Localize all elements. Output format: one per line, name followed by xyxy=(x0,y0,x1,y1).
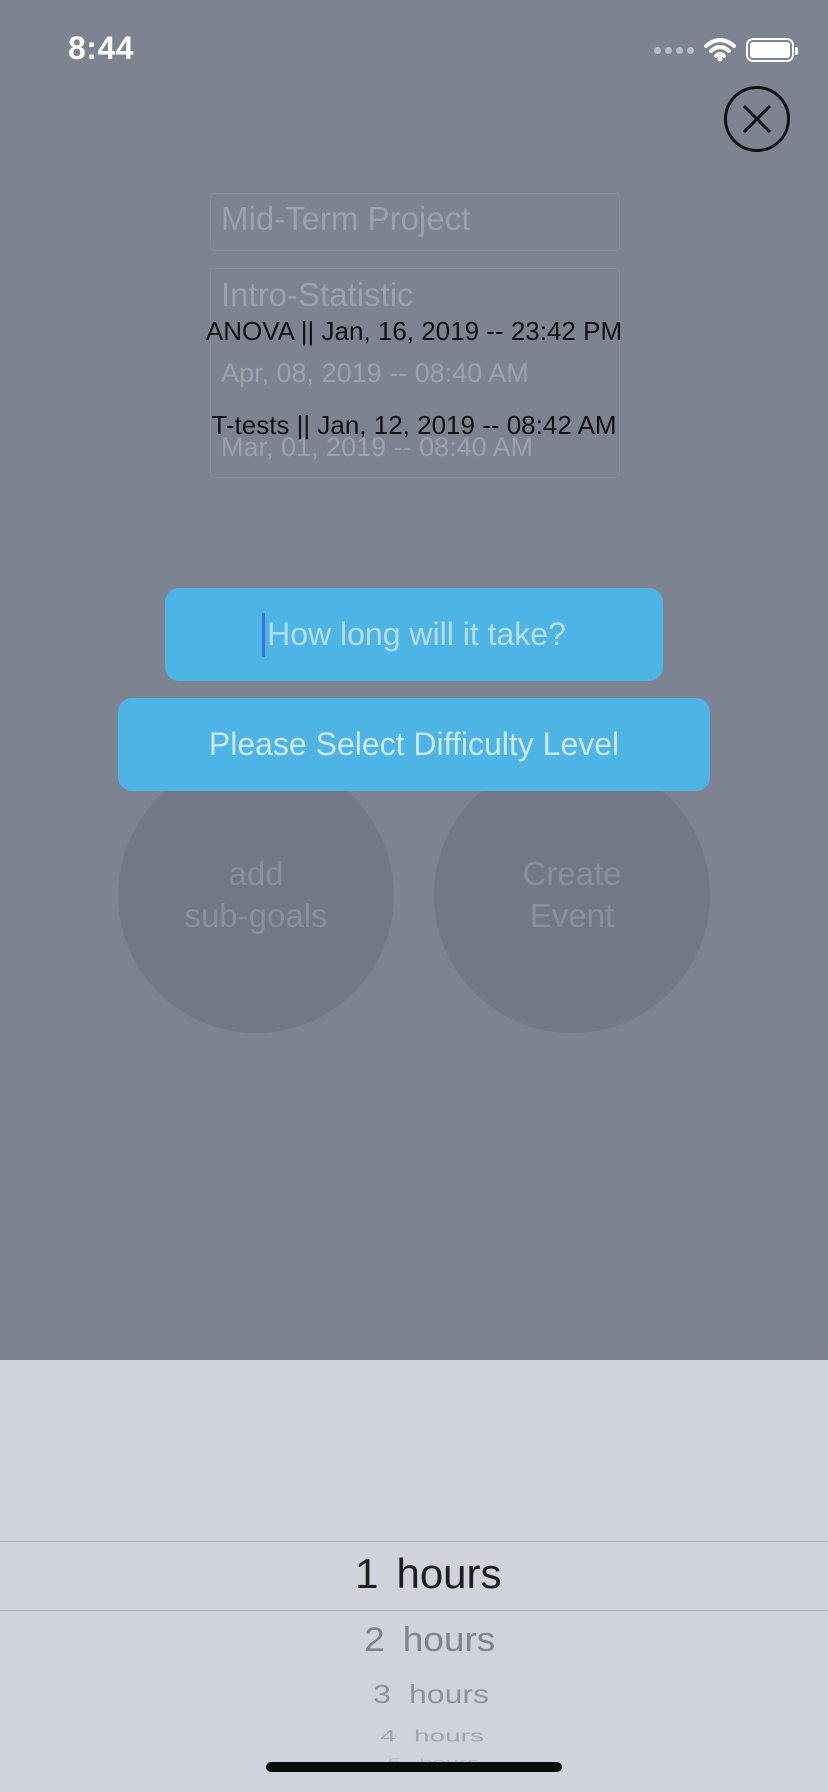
close-button[interactable] xyxy=(724,86,790,152)
create-event-label: Event xyxy=(529,897,615,934)
difficulty-label: Please Select Difficulty Level xyxy=(208,726,620,762)
text-caret xyxy=(262,612,266,657)
close-icon xyxy=(742,104,772,134)
picker-selection-top-line xyxy=(0,1541,828,1542)
hours-picker[interactable]: 1hours 2hours 3hours 4hours 5hours xyxy=(0,1360,828,1792)
wifi-icon xyxy=(704,38,736,62)
subgoal-item[interactable]: T-tests || Jan, 12, 2019 -- 08:42 AM xyxy=(0,410,828,441)
subgoal-item[interactable]: ANOVA || Jan, 16, 2019 -- 23:42 PM xyxy=(0,316,828,347)
duration-placeholder: How long will it take? xyxy=(267,616,566,652)
battery-icon xyxy=(746,38,798,62)
picker-row[interactable]: 3 hours xyxy=(0,1680,828,1710)
status-indicators xyxy=(654,36,798,64)
status-time: 8:44 xyxy=(68,30,135,66)
goal-date: Apr, 08, 2019 -- 08:40 AM xyxy=(221,358,529,388)
add-subgoals-label: add xyxy=(228,855,284,892)
add-subgoals-label: sub-goals xyxy=(184,897,328,934)
create-event-label: Create xyxy=(522,855,622,892)
signal-icon xyxy=(654,46,694,54)
create-event-button[interactable]: Create Event xyxy=(434,757,710,1033)
home-indicator[interactable] xyxy=(266,1762,562,1772)
picker-row[interactable]: 4 hours xyxy=(0,1726,828,1745)
add-subgoals-button[interactable]: add sub-goals xyxy=(118,757,394,1033)
goal-title: Mid-Term Project xyxy=(221,200,471,237)
difficulty-select-button[interactable]: Please Select Difficulty Level xyxy=(118,698,710,791)
duration-input[interactable]: How long will it take? xyxy=(165,588,663,681)
picker-row-selected[interactable]: 1 hours xyxy=(0,1550,828,1598)
picker-selection-bottom-line xyxy=(0,1610,828,1611)
goal-course: Intro-Statistic xyxy=(221,276,414,313)
add-goal-screen: 8:44 Mid-Term Project Intro-Statistic Ap… xyxy=(0,0,828,1792)
picker-row[interactable]: 2 hours xyxy=(0,1621,828,1660)
